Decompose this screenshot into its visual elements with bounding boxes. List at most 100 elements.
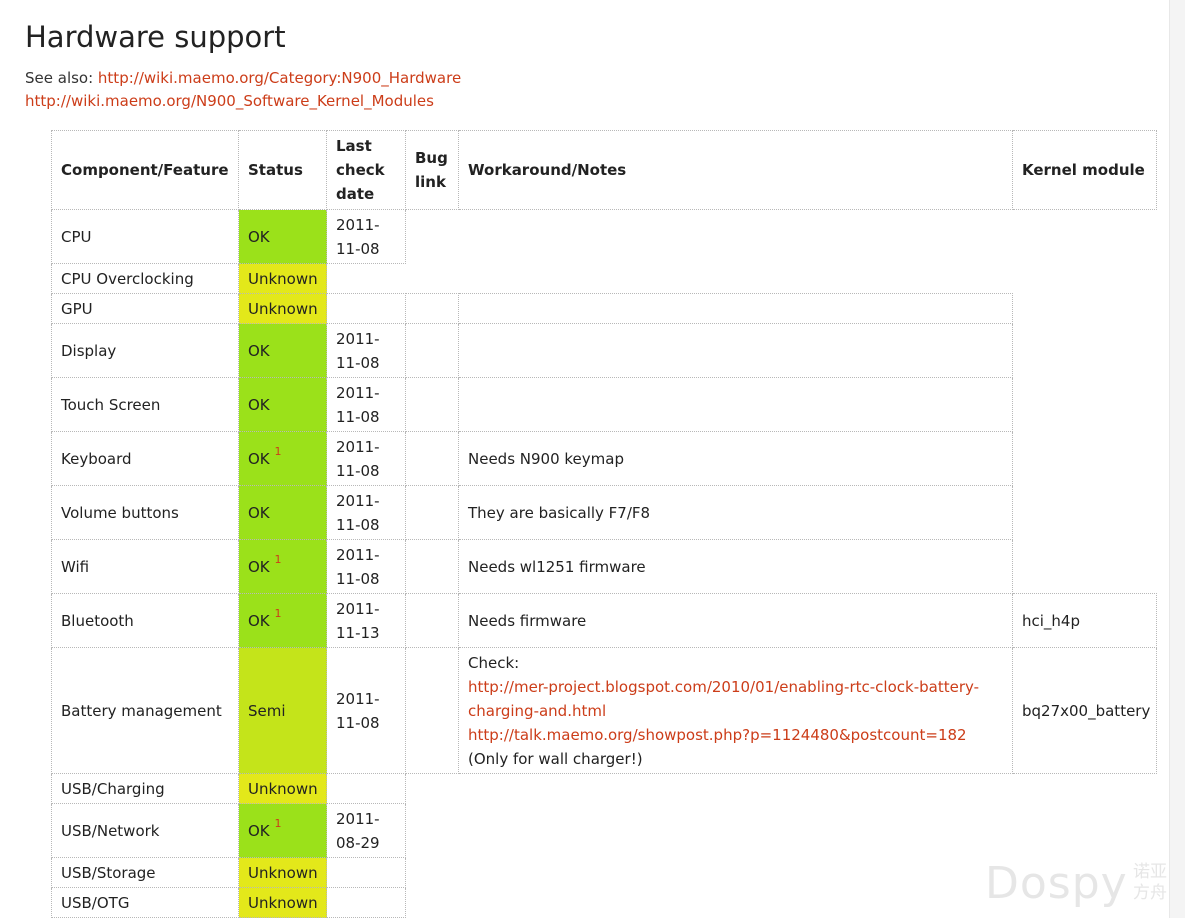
watermark-logo: Dospy — [985, 858, 1128, 909]
status-cell: OK 1 — [238, 431, 327, 486]
component-cell: Bluetooth — [51, 593, 239, 648]
header-status: Status — [238, 130, 327, 210]
header-bug-link: Bug link — [405, 130, 459, 210]
table-row: Keyboard OK 1 2011-11-08 Needs N900 keym… — [51, 431, 1157, 486]
component-cell: CPU Overclocking — [51, 263, 239, 294]
notes-cell: Check: http://mer-project.blogspot.com/20… — [458, 647, 1013, 774]
watermark-cn: 诺亚 方舟 — [1133, 862, 1167, 904]
date-cell: 2011-11-08 — [326, 647, 406, 774]
notes-cell: They are basically F7/F8 — [458, 485, 1013, 540]
date-cell: 2011-11-13 — [326, 593, 406, 648]
table-row: GPU Unknown — [51, 293, 1157, 324]
component-cell: Battery management — [51, 647, 239, 774]
bug-link-cell — [405, 593, 459, 648]
date-cell: 2011-11-08 — [326, 539, 406, 594]
table-row: CPU Overclocking Unknown — [51, 263, 1157, 294]
bug-link-cell — [405, 431, 459, 486]
component-cell: Touch Screen — [51, 377, 239, 432]
bug-link-cell — [405, 539, 459, 594]
bug-link-cell — [405, 293, 459, 324]
status-cell: Unknown — [238, 263, 327, 294]
component-cell: USB/OTG — [51, 887, 239, 918]
status-cell: Unknown — [238, 887, 327, 918]
component-cell: USB/Storage — [51, 857, 239, 888]
table-row: USB/Network OK 1 2011-08-29 — [51, 803, 1157, 858]
hardware-table: Component/Feature Status Last check date… — [51, 130, 1157, 918]
component-cell: GPU — [51, 293, 239, 324]
bug-link-cell — [405, 485, 459, 540]
component-cell: USB/Charging — [51, 773, 239, 804]
footnote-ref[interactable]: 1 — [274, 553, 281, 566]
header-kernel-module: Kernel module — [1012, 130, 1157, 210]
kernel-module-cell: bq27x00_battery — [1012, 647, 1157, 774]
date-cell: 2011-11-08 — [326, 209, 406, 264]
watermark-cn-line2: 方舟 — [1133, 883, 1167, 903]
header-component: Component/Feature — [51, 130, 239, 210]
table-row: Bluetooth OK 1 2011-11-13 Needs firmware… — [51, 593, 1157, 648]
status-cell: OK 1 — [238, 593, 327, 648]
bug-link-cell — [405, 647, 459, 774]
status-text: OK — [248, 611, 270, 630]
status-cell: OK 1 — [238, 539, 327, 594]
table-row: CPU OK 2011-11-08 — [51, 209, 1157, 264]
watermark-cn-line1: 诺亚 — [1133, 862, 1167, 882]
vertical-scrollbar[interactable] — [1170, 0, 1185, 918]
table-row: Battery management Semi 2011-11-08 Check… — [51, 647, 1157, 774]
footnote-ref[interactable]: 1 — [274, 607, 281, 620]
footnote-ref[interactable]: 1 — [274, 445, 281, 458]
status-cell: OK — [238, 209, 327, 264]
table-row: USB/Charging Unknown — [51, 773, 1157, 804]
date-cell: 2011-08-29 — [326, 803, 406, 858]
status-cell: OK — [238, 485, 327, 540]
date-cell — [326, 857, 406, 888]
component-cell: Wifi — [51, 539, 239, 594]
table-row: Touch Screen OK 2011-11-08 — [51, 377, 1157, 432]
notes-prefix: Check: — [468, 653, 520, 672]
date-cell: 2011-11-08 — [326, 323, 406, 378]
page: Hardware support See also: http://wiki.m… — [0, 0, 1170, 918]
status-text: OK — [248, 821, 270, 840]
table-header-row: Component/Feature Status Last check date… — [51, 130, 1157, 210]
status-cell: Semi — [238, 647, 327, 774]
component-cell: Keyboard — [51, 431, 239, 486]
table-row: Display OK 2011-11-08 — [51, 323, 1157, 378]
status-cell: Unknown — [238, 857, 327, 888]
page-title: Hardware support — [25, 20, 286, 54]
see-also-label: See also: — [25, 69, 98, 87]
notes-cell: Needs firmware — [458, 593, 1013, 648]
component-cell: CPU — [51, 209, 239, 264]
date-cell — [326, 887, 406, 918]
link-talk-maemo-post[interactable]: http://talk.maemo.org/showpost.php?p=112… — [468, 726, 967, 744]
component-cell: Display — [51, 323, 239, 378]
status-cell: Unknown — [238, 293, 327, 324]
status-cell: OK 1 — [238, 803, 327, 858]
status-cell: OK — [238, 323, 327, 378]
see-also: See also: http://wiki.maemo.org/Category… — [25, 67, 461, 113]
status-text: OK — [248, 449, 270, 468]
status-cell: Unknown — [238, 773, 327, 804]
notes-cell: Needs wl1251 firmware — [458, 539, 1013, 594]
status-text: OK — [248, 557, 270, 576]
bug-link-cell — [405, 377, 459, 432]
link-mer-project-blog[interactable]: http://mer-project.blogspot.com/2010/01/… — [468, 678, 979, 720]
component-cell: Volume buttons — [51, 485, 239, 540]
notes-cell: Needs N900 keymap — [458, 431, 1013, 486]
link-n900-hardware[interactable]: http://wiki.maemo.org/Category:N900_Hard… — [98, 67, 461, 90]
table-row: Volume buttons OK 2011-11-08 They are ba… — [51, 485, 1157, 540]
header-date: Last check date — [326, 130, 406, 210]
date-cell — [326, 293, 406, 324]
date-cell — [326, 773, 406, 804]
date-cell: 2011-11-08 — [326, 485, 406, 540]
notes-cell — [458, 293, 1013, 324]
footnote-ref[interactable]: 1 — [274, 817, 281, 830]
bug-link-cell — [405, 323, 459, 378]
status-cell: OK — [238, 377, 327, 432]
table-row: Wifi OK 1 2011-11-08 Needs wl1251 firmwa… — [51, 539, 1157, 594]
notes-suffix: (Only for wall charger!) — [468, 749, 643, 768]
notes-cell — [458, 323, 1013, 378]
link-kernel-modules[interactable]: http://wiki.maemo.org/N900_Software_Kern… — [25, 90, 461, 113]
kernel-module-cell: hci_h4p — [1012, 593, 1157, 648]
component-cell: USB/Network — [51, 803, 239, 858]
notes-cell — [458, 377, 1013, 432]
header-notes: Workaround/Notes — [458, 130, 1013, 210]
